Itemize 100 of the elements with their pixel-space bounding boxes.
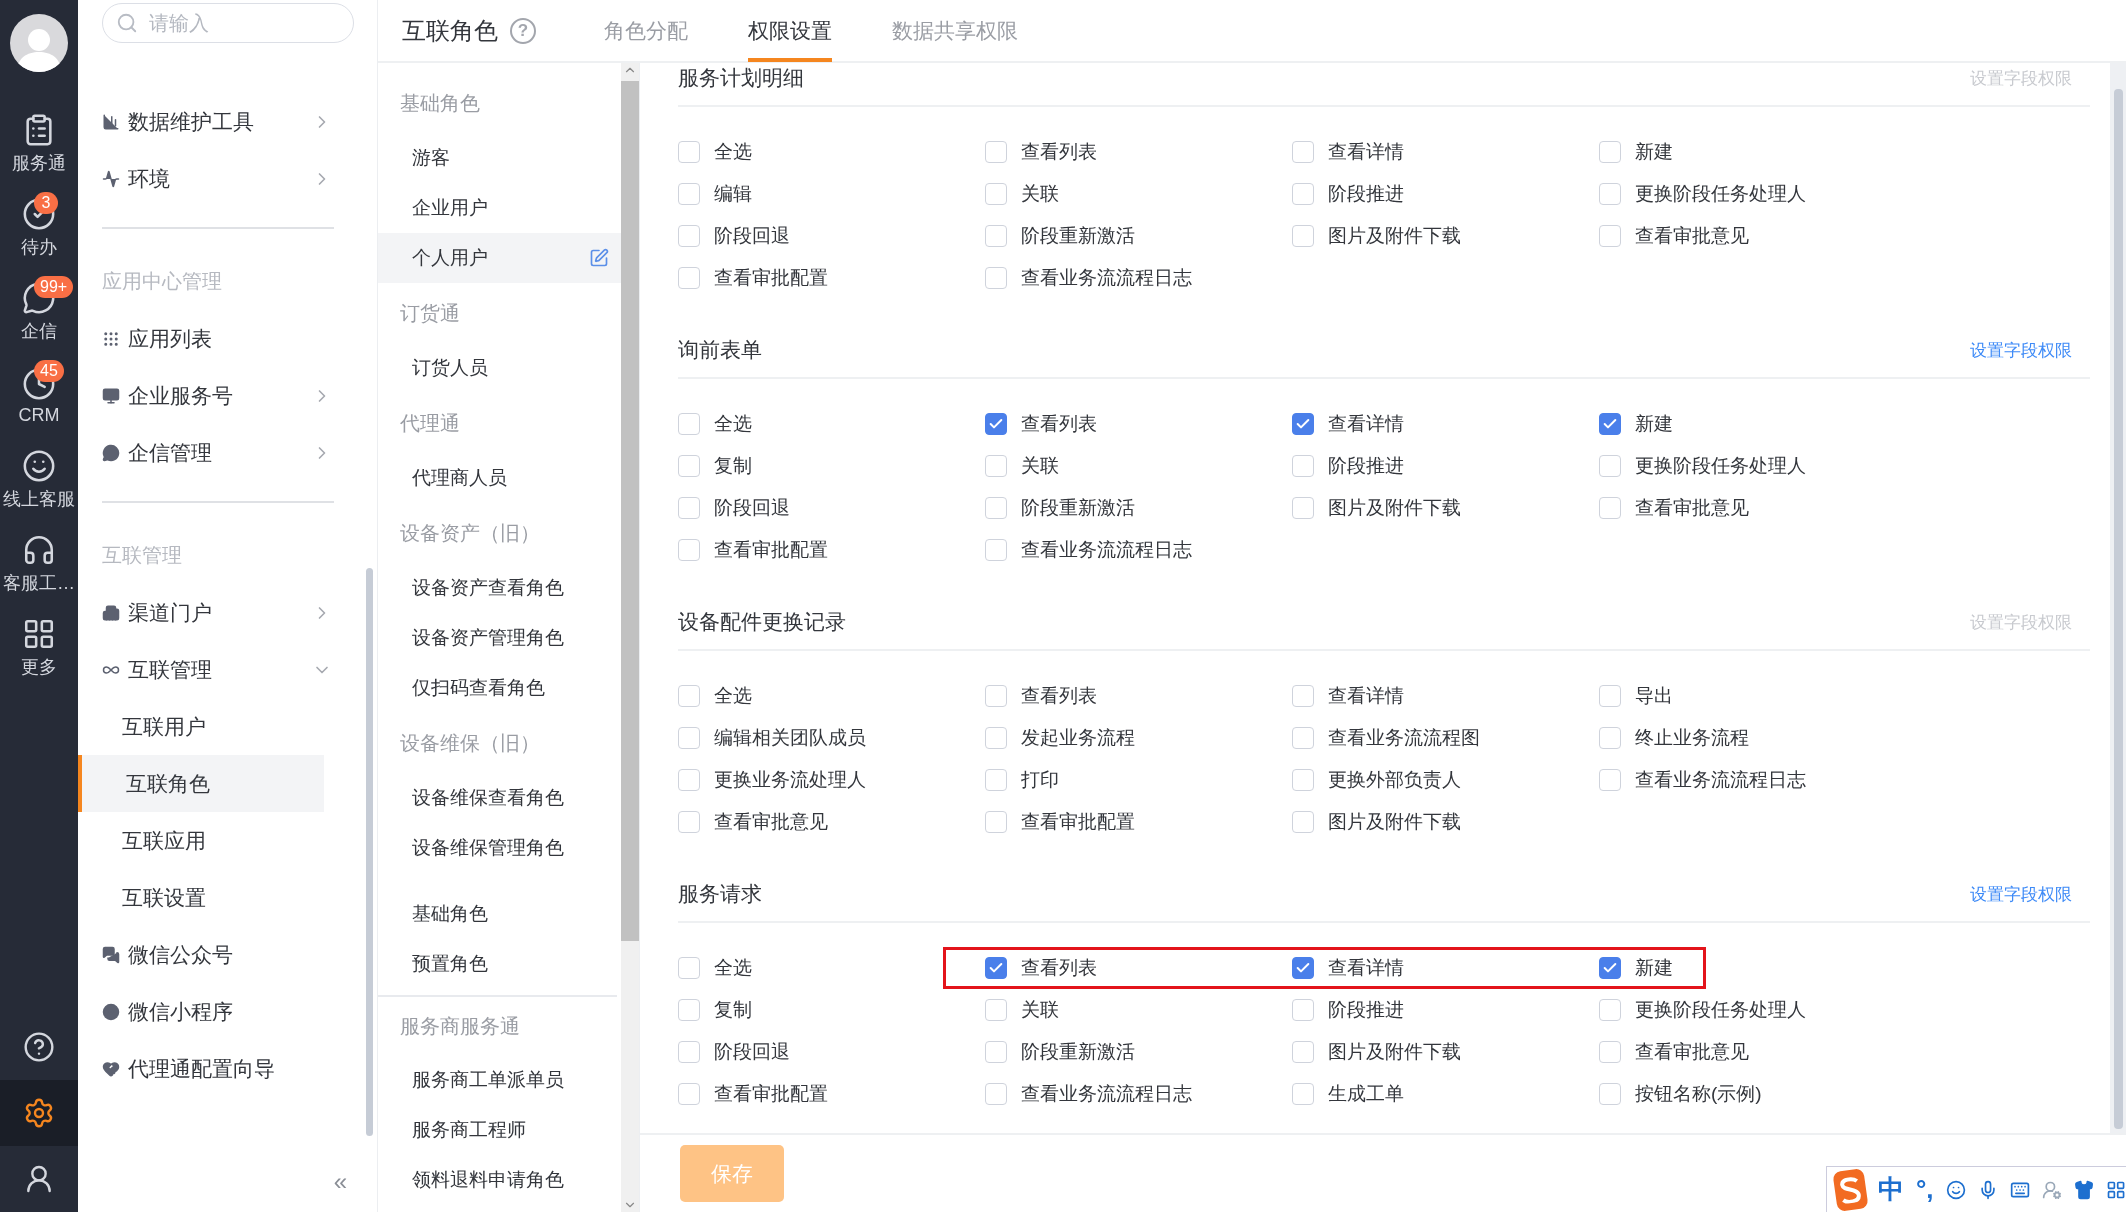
rail-item[interactable]: 更多 (0, 606, 78, 690)
permission-checkbox[interactable]: 查看审批配置 (985, 809, 1292, 835)
permission-checkbox[interactable]: 复制 (678, 997, 985, 1023)
rail-item[interactable]: 线上客服 (0, 438, 78, 522)
nav-item[interactable]: 数据维护工具 (102, 93, 348, 150)
role-item[interactable]: 服务商工单派单员 (378, 1055, 621, 1105)
permission-checkbox[interactable]: 查看审批意见 (1599, 223, 1906, 249)
nav-item[interactable]: 互联角色 (78, 755, 324, 812)
permission-checkbox[interactable]: 阶段回退 (678, 223, 985, 249)
permission-checkbox[interactable]: 编辑相关团队成员 (678, 725, 985, 751)
edit-icon[interactable] (589, 248, 609, 268)
permission-checkbox[interactable]: 查看审批意见 (678, 809, 985, 835)
permission-checkbox[interactable]: 阶段推进 (1292, 181, 1599, 207)
checkbox[interactable] (985, 957, 1007, 979)
role-item[interactable]: 设备维保管理角色 (378, 823, 621, 873)
rail-item[interactable]: 企信 99+ (0, 270, 78, 354)
permission-checkbox[interactable]: 查看审批配置 (678, 265, 985, 291)
permission-checkbox[interactable]: 查看详情 (1292, 411, 1599, 437)
permission-checkbox[interactable]: 查看列表 (985, 139, 1292, 165)
permission-checkbox[interactable]: 图片及附件下载 (1292, 223, 1599, 249)
permission-checkbox[interactable]: 全选 (678, 683, 985, 709)
field-permission-link[interactable]: 设置字段权限 (1970, 338, 2072, 362)
tab[interactable]: 权限设置 (748, 0, 832, 62)
permission-checkbox[interactable]: 查看详情 (1292, 139, 1599, 165)
role-item[interactable]: 基础角色 (378, 889, 621, 939)
scrollbar[interactable] (2110, 63, 2126, 1133)
permission-checkbox[interactable]: 查看详情 (1292, 955, 1599, 981)
nav-item[interactable]: 企业服务号 (102, 367, 348, 424)
permission-checkbox[interactable]: 更换阶段任务处理人 (1599, 181, 1906, 207)
rail-item[interactable]: CRM 45 (0, 354, 78, 438)
permission-checkbox[interactable]: 查看审批意见 (1599, 495, 1906, 521)
permission-checkbox[interactable]: 查看列表 (985, 411, 1292, 437)
role-item[interactable]: 预置角色 (378, 939, 621, 989)
permission-checkbox[interactable]: 新建 (1599, 411, 1906, 437)
role-item[interactable]: 设备资产查看角色 (378, 563, 621, 613)
permission-checkbox[interactable]: 新建 (1599, 139, 1906, 165)
permission-checkbox[interactable]: 图片及附件下载 (1292, 495, 1599, 521)
role-item[interactable]: 代理商人员 (378, 453, 621, 503)
ime-logo-icon[interactable] (1832, 1167, 1869, 1212)
nav-item[interactable]: 企信管理 (102, 424, 348, 481)
nav-item[interactable]: 互联设置 (78, 869, 324, 926)
role-item[interactable]: 个人用户 (378, 233, 621, 283)
scrollbar[interactable] (621, 63, 639, 1212)
permission-checkbox[interactable]: 终止业务流程 (1599, 725, 1906, 751)
permission-checkbox[interactable]: 查看列表 (985, 955, 1292, 981)
permission-checkbox[interactable]: 查看列表 (985, 683, 1292, 709)
permission-checkbox[interactable]: 打印 (985, 767, 1292, 793)
permission-checkbox[interactable]: 生成工单 (1292, 1081, 1599, 1107)
role-item[interactable]: 设备资产管理角色 (378, 613, 621, 663)
permission-checkbox[interactable]: 新建 (1599, 955, 1673, 981)
permission-checkbox[interactable]: 查看详情 (1292, 683, 1599, 709)
permission-checkbox[interactable]: 查看业务流流程日志 (985, 537, 1292, 563)
permission-checkbox[interactable]: 查看审批配置 (678, 1081, 985, 1107)
nav-item[interactable]: 代理通配置向导 (102, 1040, 348, 1097)
role-item[interactable]: 订货人员 (378, 343, 621, 393)
permission-checkbox[interactable]: 查看业务流流程日志 (985, 1081, 1292, 1107)
permission-checkbox[interactable]: 阶段推进 (1292, 997, 1599, 1023)
permission-checkbox[interactable]: 复制 (678, 453, 985, 479)
checkbox[interactable] (1292, 957, 1314, 979)
permission-checkbox[interactable]: 查看业务流流程日志 (1599, 767, 1906, 793)
permission-checkbox[interactable]: 编辑 (678, 181, 985, 207)
permission-checkbox[interactable]: 关联 (985, 453, 1292, 479)
nav-item[interactable]: 渠道门户 (102, 584, 348, 641)
rail-item[interactable]: 待办 3 (0, 186, 78, 270)
permission-checkbox[interactable]: 更换业务流处理人 (678, 767, 985, 793)
permission-checkbox[interactable]: 图片及附件下载 (1292, 1039, 1599, 1065)
role-item[interactable]: 设备维保查看角色 (378, 773, 621, 823)
nav-item[interactable]: 互联管理 (102, 641, 348, 698)
checkbox[interactable] (985, 413, 1007, 435)
permission-checkbox[interactable]: 查看审批配置 (678, 537, 985, 563)
scrollbar[interactable] (366, 568, 373, 1136)
role-item[interactable]: 游客 (378, 133, 621, 183)
search-field[interactable]: 请输入 (102, 3, 354, 43)
nav-item[interactable]: 互联应用 (78, 812, 324, 869)
permission-checkbox[interactable]: 阶段推进 (1292, 453, 1599, 479)
permission-checkbox[interactable]: 全选 (678, 411, 985, 437)
permission-checkbox[interactable]: 更换外部负责人 (1292, 767, 1599, 793)
rail-item[interactable]: 客服工… (0, 522, 78, 606)
permission-checkbox[interactable]: 查看业务流流程图 (1292, 725, 1599, 751)
ime-mode[interactable]: 中 (1877, 1172, 1904, 1207)
permission-checkbox[interactable]: 阶段重新激活 (985, 223, 1292, 249)
nav-item[interactable]: 微信小程序 (102, 983, 348, 1040)
permission-checkbox[interactable]: 全选 (678, 139, 985, 165)
nav-item[interactable]: 环境 (102, 150, 348, 207)
permission-checkbox[interactable]: 阶段回退 (678, 495, 985, 521)
nav-item[interactable]: 微信公众号 (102, 926, 348, 983)
permission-checkbox[interactable]: 按钮名称(示例) (1599, 1081, 1906, 1107)
nav-item[interactable]: 应用列表 (102, 310, 348, 367)
permission-checkbox[interactable]: 更换阶段任务处理人 (1599, 453, 1906, 479)
permission-checkbox[interactable]: 更换阶段任务处理人 (1599, 997, 1906, 1023)
permission-checkbox[interactable]: 查看审批意见 (1599, 1039, 1906, 1065)
ime-punctuation[interactable]: °, (1915, 1174, 1934, 1205)
role-item[interactable]: 仅扫码查看角色 (378, 663, 621, 713)
permission-checkbox[interactable]: 阶段回退 (678, 1039, 985, 1065)
permission-checkbox[interactable]: 查看业务流流程日志 (985, 265, 1292, 291)
role-item[interactable]: 企业用户 (378, 183, 621, 233)
permission-checkbox[interactable]: 发起业务流程 (985, 725, 1292, 751)
permission-checkbox[interactable]: 关联 (985, 181, 1292, 207)
permission-checkbox[interactable]: 阶段重新激活 (985, 495, 1292, 521)
avatar[interactable] (10, 14, 68, 72)
